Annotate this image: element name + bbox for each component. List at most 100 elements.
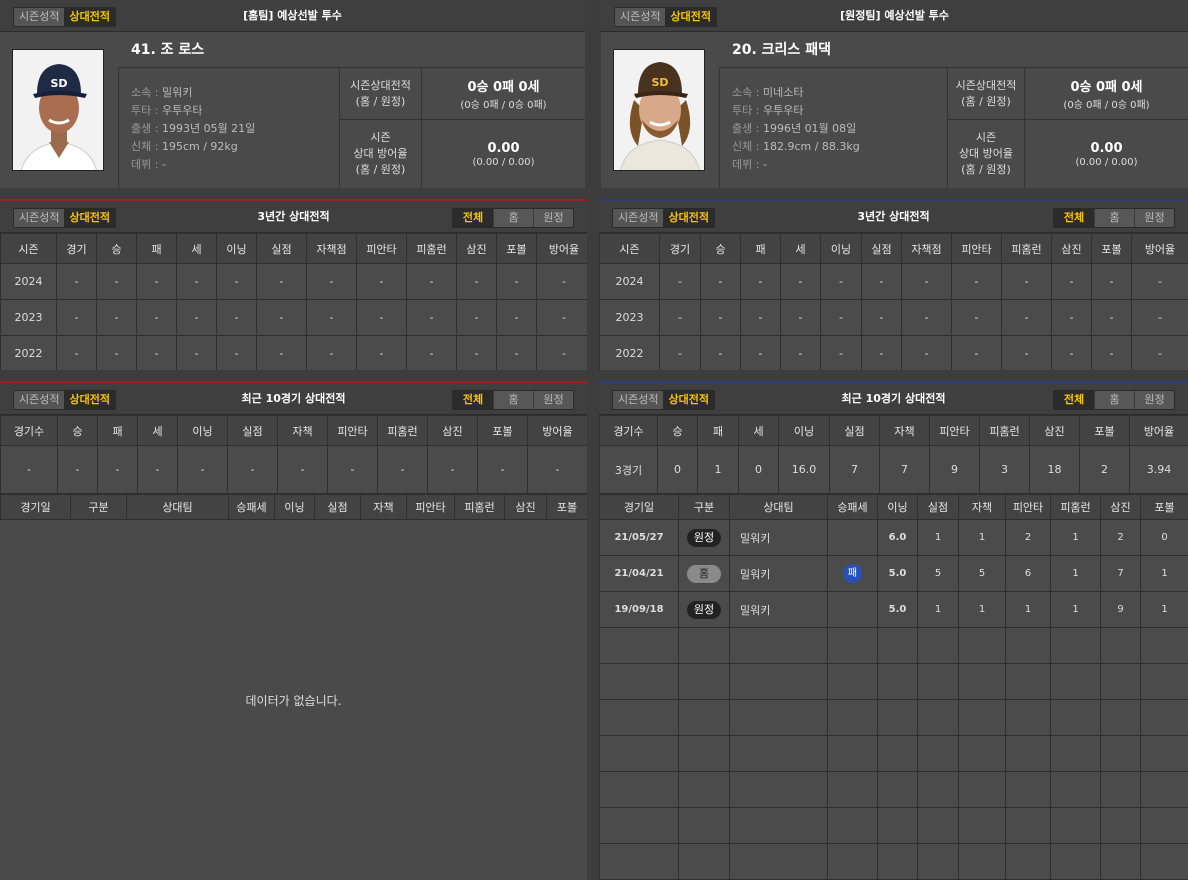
table-cell: - xyxy=(496,335,537,370)
table-cell: - xyxy=(356,335,407,370)
column-header: 경기수 xyxy=(0,415,58,446)
column-header: 포볼 xyxy=(1079,415,1130,446)
table-row[interactable]: 19/09/18 원정 밀워키 5.0 1 1 1 1 9 1 xyxy=(599,591,1188,628)
season-era-value: 0.00 (0.00 / 0.00) xyxy=(472,140,535,168)
home-three-year-tabs: 시즌성적 상대전적 xyxy=(13,208,116,228)
away-pitcher-tabs: 시즌성적 상대전적 xyxy=(614,7,717,27)
table-cell: 18 xyxy=(1029,445,1080,494)
empty-cell xyxy=(1140,807,1188,844)
table-cell: - xyxy=(406,263,457,300)
column-header: 상대팀 xyxy=(126,494,229,520)
column-header: 피안타 xyxy=(1005,494,1051,520)
column-header: 실점 xyxy=(227,415,278,446)
home-recent-panel: 시즌성적 상대전적 최근 10경기 상대전적 전체 홈 원정 경기수 승 패 세 이닝 실… xyxy=(0,381,587,880)
column-header: 경기 xyxy=(659,233,701,264)
table-header-row: 경기수 승 패 세 이닝 실점 자책 피안타 피홈런 삼진 포볼 방어율 xyxy=(0,415,587,446)
empty-cell xyxy=(958,807,1006,844)
table-cell: - xyxy=(176,299,217,336)
empty-cell xyxy=(827,627,878,664)
tab-season-stats[interactable]: 시즌성적 xyxy=(14,391,64,409)
table-cell: - xyxy=(216,335,257,370)
filter-all[interactable]: 전체 xyxy=(1054,209,1094,227)
filter-home[interactable]: 홈 xyxy=(1094,209,1134,227)
table-cell: - xyxy=(1051,263,1092,300)
filter-home[interactable]: 홈 xyxy=(1094,391,1134,409)
filter-away[interactable]: 원정 xyxy=(1134,391,1174,409)
column-header: 승 xyxy=(700,233,741,264)
table-cell: - xyxy=(136,263,177,300)
filter-away[interactable]: 원정 xyxy=(1134,209,1174,227)
filter-all[interactable]: 전체 xyxy=(453,209,493,227)
away-player-debut: - xyxy=(762,158,767,171)
table-cell: 0 xyxy=(657,445,698,494)
table-cell: - xyxy=(780,335,821,370)
home-player-throws: 우투우타 xyxy=(161,104,203,117)
home-season-record-row: 시즌상대전적 (홈 / 원정) 0승 0패 0세 (0승 0패 / 0승 0패) xyxy=(340,68,585,120)
table-cell: - xyxy=(740,263,781,300)
table-cell: 5 xyxy=(958,555,1006,592)
table-cell: - xyxy=(56,299,97,336)
table-header-row: 시즌 경기 승 패 세 이닝 실점 자책점 피안타 피홈런 삼진 포볼 방어율 xyxy=(0,233,587,264)
game-type: 원정 xyxy=(678,519,730,556)
empty-row xyxy=(599,663,1188,700)
table-cell: - xyxy=(377,445,428,494)
column-header: 방어율 xyxy=(527,415,587,446)
tab-vs-record[interactable]: 상대전적 xyxy=(64,391,115,409)
column-header: 이닝 xyxy=(778,415,830,446)
empty-cell xyxy=(1005,627,1051,664)
filter-all[interactable]: 전체 xyxy=(453,391,493,409)
away-recent-summary-table: 경기수 승 패 세 이닝 실점 자책 피안타 피홈런 삼진 포볼 방어율 3경기 0 1 0 16.0 7 7 9 3 1… xyxy=(599,415,1188,494)
table-cell: - xyxy=(327,445,378,494)
empty-cell xyxy=(1005,843,1051,880)
tab-season-stats[interactable]: 시즌성적 xyxy=(613,391,663,409)
column-header: 승패세 xyxy=(228,494,275,520)
empty-cell xyxy=(827,699,878,736)
tab-season-stats[interactable]: 시즌성적 xyxy=(14,8,64,26)
filter-home[interactable]: 홈 xyxy=(493,391,533,409)
empty-cell xyxy=(827,735,878,772)
table-cell: - xyxy=(256,263,307,300)
opponent-team: 밀워키 xyxy=(729,519,828,556)
venue-badge: 원정 xyxy=(687,600,721,619)
table-row[interactable]: 21/04/21 홈 밀워키 패 5.0 5 5 6 1 7 1 xyxy=(599,555,1188,592)
game-date: 19/09/18 xyxy=(599,591,679,628)
empty-cell xyxy=(729,663,828,700)
tab-vs-record[interactable]: 상대전적 xyxy=(663,391,714,409)
tab-vs-record[interactable]: 상대전적 xyxy=(64,8,115,26)
home-player-statbox: 시즌상대전적 (홈 / 원정) 0승 0패 0세 (0승 0패 / 0승 0패) 시… xyxy=(340,68,585,188)
column-header: 승 xyxy=(657,415,698,446)
table-cell: 1 xyxy=(917,519,959,556)
filter-away[interactable]: 원정 xyxy=(533,391,573,409)
table-cell: 2023 xyxy=(599,299,660,336)
filter-away[interactable]: 원정 xyxy=(533,209,573,227)
empty-cell xyxy=(678,699,730,736)
empty-cell xyxy=(877,771,918,808)
tab-vs-record[interactable]: 상대전적 xyxy=(665,8,716,26)
column-header: 자책 xyxy=(958,494,1006,520)
tab-vs-record[interactable]: 상대전적 xyxy=(64,209,115,227)
tab-season-stats[interactable]: 시즌성적 xyxy=(14,209,64,227)
tab-season-stats[interactable]: 시즌성적 xyxy=(613,209,663,227)
tab-season-stats[interactable]: 시즌성적 xyxy=(615,8,665,26)
empty-cell xyxy=(599,735,679,772)
table-row[interactable]: 21/05/27 원정 밀워키 6.0 1 1 2 1 2 0 xyxy=(599,519,1188,556)
home-recent-games-table: 경기일 구분 상대팀 승패세 이닝 실점 자책 피안타 피홈런 삼진 포볼 xyxy=(0,494,587,520)
table-cell: - xyxy=(1091,299,1132,336)
table-cell: 1 xyxy=(1005,591,1051,628)
filter-home[interactable]: 홈 xyxy=(493,209,533,227)
empty-cell xyxy=(877,807,918,844)
table-cell: - xyxy=(96,299,137,336)
table-cell: - xyxy=(1001,263,1052,300)
table-cell: - xyxy=(427,445,478,494)
table-cell: - xyxy=(306,335,357,370)
team-label: 소속 : xyxy=(732,86,763,99)
home-recent-header: 시즌성적 상대전적 최근 10경기 상대전적 전체 홈 원정 xyxy=(0,383,587,415)
tab-vs-record[interactable]: 상대전적 xyxy=(663,209,714,227)
filter-all[interactable]: 전체 xyxy=(1054,391,1094,409)
home-pitcher-tabs: 시즌성적 상대전적 xyxy=(13,7,116,27)
table-cell: 3.94 xyxy=(1129,445,1188,494)
column-header: 세 xyxy=(738,415,779,446)
column-header: 세 xyxy=(137,415,178,446)
table-cell: - xyxy=(861,299,902,336)
team-label: 소속 : xyxy=(131,86,162,99)
